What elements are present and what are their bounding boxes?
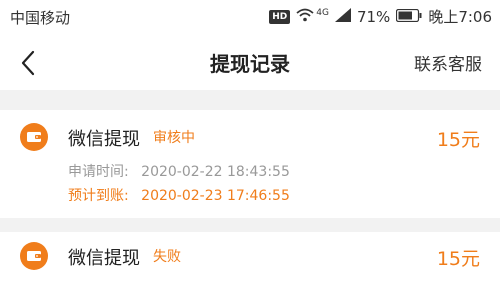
apply-time-label: 申请时间: xyxy=(68,164,129,180)
battery-percentage: 71% xyxy=(356,7,391,26)
contact-support-button[interactable]: 联系客服 xyxy=(414,50,482,75)
arrival-time-label: 预计到账: xyxy=(68,188,129,204)
battery-icon xyxy=(396,8,422,26)
wallet-icon xyxy=(20,123,48,151)
signal-icon xyxy=(334,7,351,26)
arrival-time-value: 2020-02-23 17:46:55 xyxy=(141,188,290,204)
carrier-label: 中国移动 xyxy=(10,9,71,27)
withdraw-amount: 15元 xyxy=(436,129,480,151)
network-type-label: 4G xyxy=(316,7,329,18)
apply-time-value: 2020-02-22 18:43:55 xyxy=(141,164,290,180)
withdraw-record-item[interactable]: 微信提现 失败 15元 xyxy=(0,232,500,292)
withdraw-type-label: 微信提现 xyxy=(68,248,140,269)
status-bar: 中国移动 HD 4G 71% 晚上7:06 xyxy=(0,0,500,34)
nav-bar: 提现记录 联系客服 xyxy=(0,34,500,90)
status-badge: 失败 xyxy=(153,249,181,265)
arrival-time-row: 预计到账: 2020-02-23 17:46:55 xyxy=(68,185,290,205)
status-icons: HD 4G 71% 晚上7:06 xyxy=(269,6,492,27)
withdraw-type-label: 微信提现 xyxy=(68,129,140,150)
hd-badge: HD xyxy=(269,9,291,24)
withdraw-amount: 15元 xyxy=(436,248,480,270)
apply-time-row: 申请时间: 2020-02-22 18:43:55 xyxy=(68,161,290,181)
clock-label: 晚上7:06 xyxy=(428,8,492,26)
wallet-icon xyxy=(20,242,48,270)
wifi-icon xyxy=(296,8,314,26)
withdraw-record-item[interactable]: 微信提现 审核中 15元 申请时间: 2020-02-22 18:43:55 预… xyxy=(0,110,500,218)
status-badge: 审核中 xyxy=(153,130,195,146)
